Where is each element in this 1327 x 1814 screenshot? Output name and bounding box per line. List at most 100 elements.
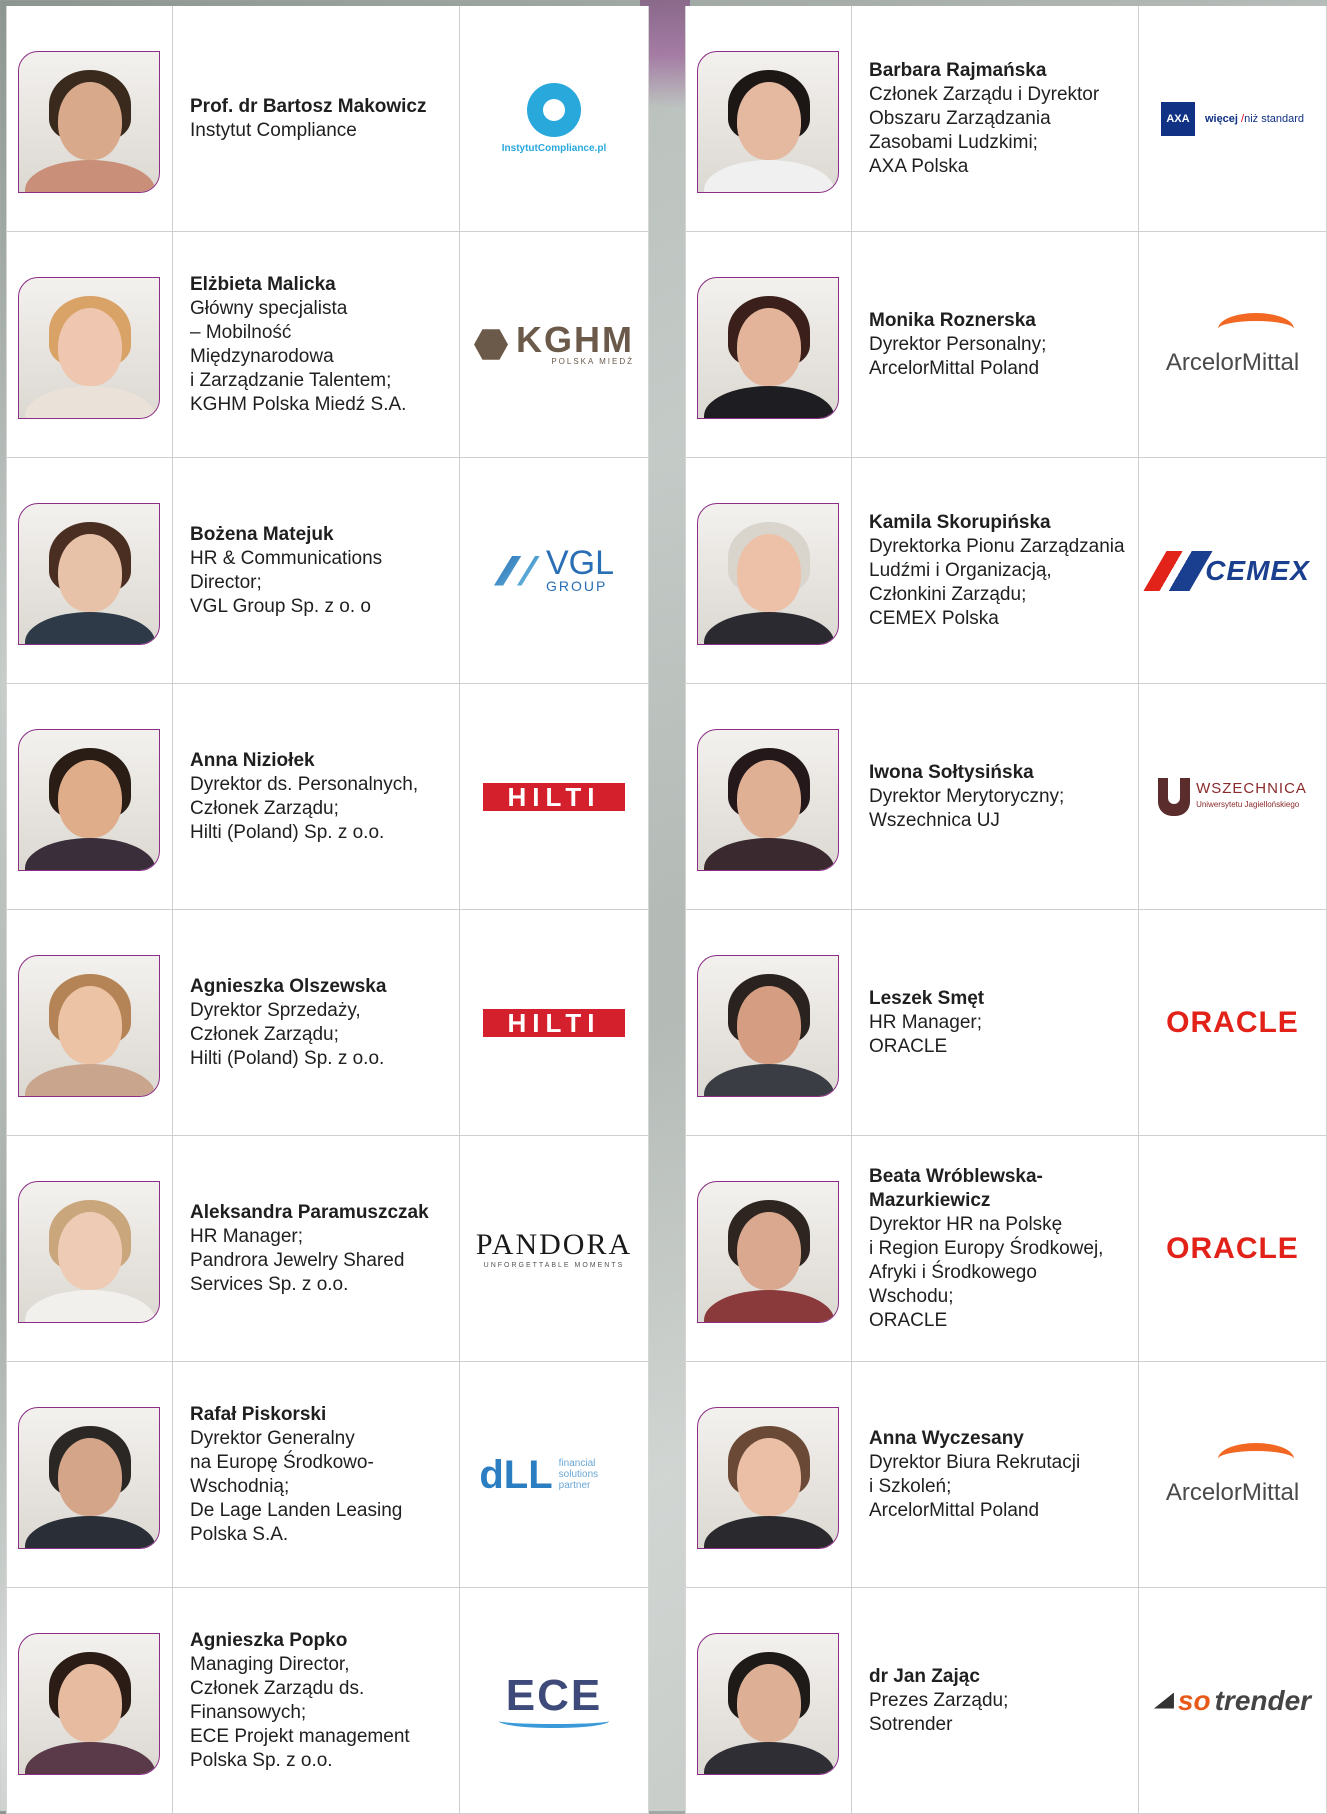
photo-cell bbox=[686, 6, 852, 231]
photo-cell bbox=[7, 6, 173, 231]
speaker-row: Kamila Skorupińska Dyrektorka Pionu Zarz… bbox=[686, 458, 1326, 684]
dll-logo: dLL financial solutions partner bbox=[479, 1452, 599, 1497]
speaker-photo bbox=[697, 729, 839, 871]
photo-cell bbox=[686, 232, 852, 457]
speaker-name: Prof. dr Bartosz Makowicz bbox=[190, 95, 427, 117]
ece-logo: ECE bbox=[499, 1673, 609, 1728]
oracle-logo: ORACLE bbox=[1166, 1005, 1299, 1039]
speaker-photo bbox=[697, 277, 839, 419]
company-logo-cell: so trender bbox=[1139, 1588, 1326, 1813]
speaker-row: Monika Roznerska Dyrektor Personalny; Ar… bbox=[686, 232, 1326, 458]
speaker-photo bbox=[18, 51, 160, 193]
speaker-photo bbox=[697, 1633, 839, 1775]
company-logo-cell: HILTI bbox=[460, 684, 648, 909]
speaker-row: Bożena Matejuk HR & Communications Direc… bbox=[7, 458, 648, 684]
speaker-name: Beata Wróblewska- Mazurkiewicz bbox=[869, 1165, 1043, 1211]
speaker-photo bbox=[697, 955, 839, 1097]
photo-cell bbox=[686, 684, 852, 909]
speaker-name: Barbara Rajmańska bbox=[869, 59, 1047, 81]
company-logo-cell: ArcelorMittal bbox=[1139, 232, 1326, 457]
company-logo-cell: CEMEX bbox=[1139, 458, 1326, 683]
speaker-row: Beata Wróblewska- Mazurkiewicz Dyrektor … bbox=[686, 1136, 1326, 1362]
company-logo-cell: InstytutCompliance.pl bbox=[460, 6, 648, 231]
speaker-name: Agnieszka Olszewska bbox=[190, 975, 387, 997]
speaker-row: Leszek Smęt HR Manager; ORACLE ORACLE bbox=[686, 910, 1326, 1136]
oracle-logo: ORACLE bbox=[1166, 1231, 1299, 1265]
speaker-name: Monika Roznerska bbox=[869, 309, 1036, 331]
photo-cell bbox=[7, 232, 173, 457]
company-logo-cell: ORACLE bbox=[1139, 1136, 1326, 1361]
speaker-role: Managing Director, Członek Zarządu ds. F… bbox=[190, 1653, 410, 1771]
speaker-photo bbox=[18, 277, 160, 419]
speaker-photo bbox=[697, 1407, 839, 1549]
right-column: Barbara Rajmańska Członek Zarządu i Dyre… bbox=[685, 6, 1327, 1814]
company-logo-cell: KGHM POLSKA MIEDŹ bbox=[460, 232, 648, 457]
arcelormittal-logo: ArcelorMittal bbox=[1166, 312, 1299, 377]
axa-logo: AXA więcej /niż standard bbox=[1160, 101, 1304, 136]
speaker-name: Bożena Matejuk bbox=[190, 523, 334, 545]
speaker-info: Iwona Sołtysińska Dyrektor Merytoryczny;… bbox=[852, 684, 1139, 909]
speaker-role: Dyrektor ds. Personalnych, Członek Zarzą… bbox=[190, 773, 419, 843]
left-column: Prof. dr Bartosz Makowicz Instytut Compl… bbox=[6, 6, 649, 1814]
speaker-info: Leszek Smęt HR Manager; ORACLE bbox=[852, 910, 1139, 1135]
speaker-info: Aleksandra Paramuszczak HR Manager; Pand… bbox=[173, 1136, 460, 1361]
photo-cell bbox=[686, 1136, 852, 1361]
speaker-photo bbox=[18, 1407, 160, 1549]
speaker-photo bbox=[18, 503, 160, 645]
photo-cell bbox=[686, 910, 852, 1135]
hilti-logo: HILTI bbox=[483, 782, 625, 811]
speaker-info: dr Jan Zając Prezes Zarządu; Sotrender bbox=[852, 1588, 1139, 1813]
photo-cell bbox=[686, 1362, 852, 1587]
speaker-row: Rafał Piskorski Dyrektor Generalny na Eu… bbox=[7, 1362, 648, 1588]
company-logo-cell: WSZECHNICA Uniwersytetu Jagiellońskiego bbox=[1139, 684, 1326, 909]
speaker-name: Kamila Skorupińska bbox=[869, 511, 1051, 533]
speaker-name: dr Jan Zając bbox=[869, 1665, 980, 1687]
photo-cell bbox=[686, 458, 852, 683]
speaker-info: Kamila Skorupińska Dyrektorka Pionu Zarz… bbox=[852, 458, 1139, 683]
speaker-name: Elżbieta Malicka bbox=[190, 273, 336, 295]
speaker-photo bbox=[18, 1181, 160, 1323]
company-logo-cell: ArcelorMittal bbox=[1139, 1362, 1326, 1587]
speaker-role: HR Manager; ORACLE bbox=[869, 1011, 982, 1057]
cemex-logo: CEMEX bbox=[1143, 550, 1310, 591]
speaker-info: Prof. dr Bartosz Makowicz Instytut Compl… bbox=[173, 6, 460, 231]
speaker-photo bbox=[18, 1633, 160, 1775]
speaker-info: Beata Wróblewska- Mazurkiewicz Dyrektor … bbox=[852, 1136, 1139, 1361]
speaker-name: Anna Wyczesany bbox=[869, 1427, 1024, 1449]
speaker-photo bbox=[18, 955, 160, 1097]
speaker-row: Prof. dr Bartosz Makowicz Instytut Compl… bbox=[7, 6, 648, 232]
instytut-compliance-logo: InstytutCompliance.pl bbox=[502, 83, 606, 154]
speaker-row: Elżbieta Malicka Główny specjalista – Mo… bbox=[7, 232, 648, 458]
arcelormittal-logo: ArcelorMittal bbox=[1166, 1442, 1299, 1507]
speaker-info: Agnieszka Olszewska Dyrektor Sprzedaży, … bbox=[173, 910, 460, 1135]
speaker-info: Agnieszka Popko Managing Director, Człon… bbox=[173, 1588, 460, 1813]
speaker-photo bbox=[18, 729, 160, 871]
speaker-name: Leszek Smęt bbox=[869, 987, 985, 1009]
speaker-role: Dyrektor Generalny na Europę Środkowo- W… bbox=[190, 1427, 403, 1545]
vgl-group-logo: VGL GROUP bbox=[493, 546, 614, 594]
speaker-row: Anna Niziołek Dyrektor ds. Personalnych,… bbox=[7, 684, 648, 910]
speaker-info: Elżbieta Malicka Główny specjalista – Mo… bbox=[173, 232, 460, 457]
speaker-photo bbox=[697, 51, 839, 193]
speaker-info: Barbara Rajmańska Członek Zarządu i Dyre… bbox=[852, 6, 1139, 231]
company-logo-cell: ECE bbox=[460, 1588, 648, 1813]
company-logo-cell: HILTI bbox=[460, 910, 648, 1135]
company-logo-cell: AXA więcej /niż standard bbox=[1139, 6, 1326, 231]
speaker-role: Główny specjalista – Mobilność Międzynar… bbox=[190, 297, 407, 415]
speaker-role: HR Manager; Pandrora Jewelry Shared Serv… bbox=[190, 1225, 405, 1295]
speaker-photo bbox=[697, 503, 839, 645]
speaker-photo bbox=[697, 1181, 839, 1323]
speaker-row: Iwona Sołtysińska Dyrektor Merytoryczny;… bbox=[686, 684, 1326, 910]
speaker-row: dr Jan Zając Prezes Zarządu; Sotrender s… bbox=[686, 1588, 1326, 1814]
kghm-logo: KGHM POLSKA MIEDŹ bbox=[474, 322, 634, 366]
speaker-role: Członek Zarządu i Dyrektor Obszaru Zarzą… bbox=[869, 83, 1100, 177]
pandora-logo: PANDORA UNFORGETTABLE MOMENTS bbox=[475, 1228, 633, 1269]
speaker-row: Aleksandra Paramuszczak HR Manager; Pand… bbox=[7, 1136, 648, 1362]
photo-cell bbox=[7, 1136, 173, 1361]
photo-cell bbox=[7, 1362, 173, 1587]
speaker-info: Rafał Piskorski Dyrektor Generalny na Eu… bbox=[173, 1362, 460, 1587]
company-logo-cell: VGL GROUP bbox=[460, 458, 648, 683]
speaker-name: Anna Niziołek bbox=[190, 749, 315, 771]
speaker-name: Rafał Piskorski bbox=[190, 1403, 327, 1425]
speaker-name: Aleksandra Paramuszczak bbox=[190, 1201, 429, 1223]
